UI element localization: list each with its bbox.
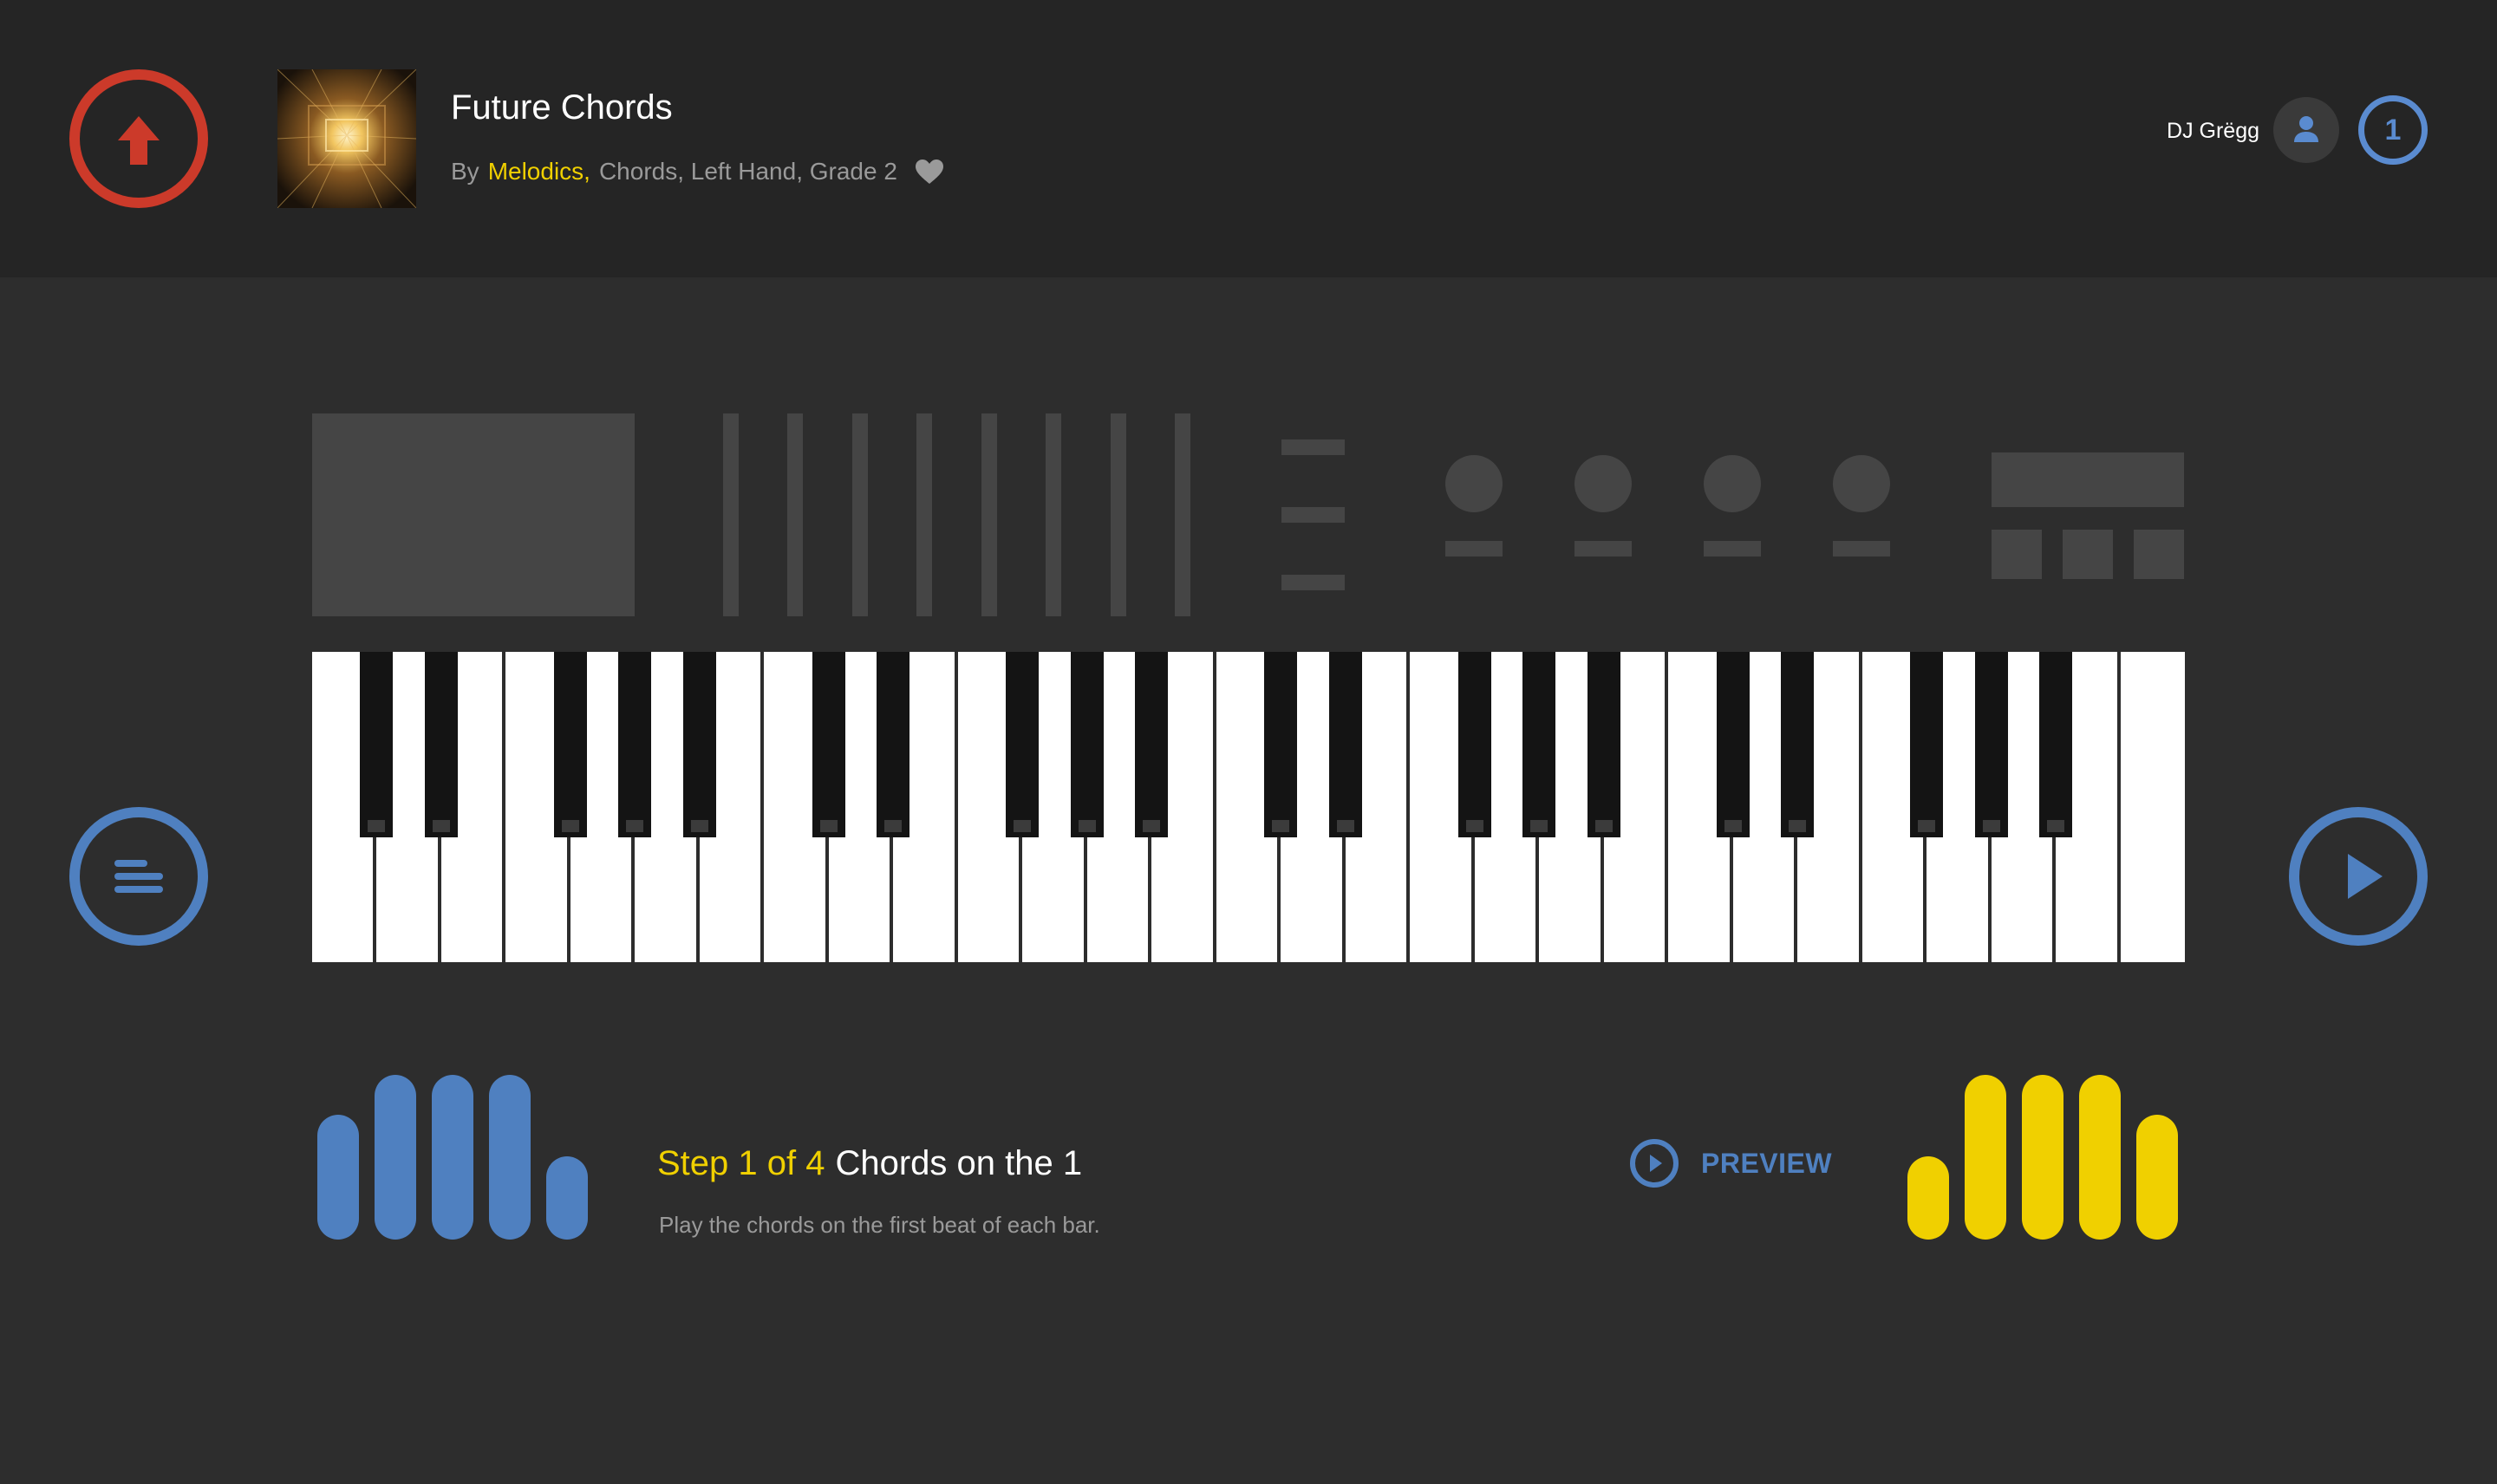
synth-pad[interactable] [1992, 530, 2042, 579]
fader[interactable] [981, 413, 997, 616]
finger-middle [2022, 1075, 2063, 1240]
by-label: By [451, 158, 479, 185]
knob-label [1574, 541, 1632, 556]
knob[interactable] [1704, 455, 1761, 512]
finger-ring [375, 1075, 416, 1240]
synth-button[interactable] [1281, 507, 1345, 523]
upload-button[interactable] [69, 69, 208, 208]
black-key[interactable] [877, 652, 910, 837]
finger-index [1965, 1075, 2006, 1240]
black-key[interactable] [1974, 652, 2008, 837]
song-tags: Chords, Left Hand, Grade 2 [598, 158, 897, 185]
knob[interactable] [1833, 455, 1890, 512]
synth-pad[interactable] [2134, 530, 2184, 579]
black-key[interactable] [1135, 652, 1169, 837]
black-key[interactable] [1006, 652, 1040, 837]
left-hand [317, 1075, 591, 1240]
artist-link[interactable]: Melodics [488, 154, 584, 189]
heart-icon[interactable] [915, 159, 944, 185]
level-badge[interactable]: 1 [2358, 95, 2428, 165]
step-counter: Step 1 of 4 [657, 1144, 825, 1182]
synth-button[interactable] [1281, 439, 1345, 455]
right-hand [1907, 1075, 2181, 1240]
knob[interactable] [1574, 455, 1632, 512]
black-key[interactable] [1587, 652, 1620, 837]
black-key[interactable] [1781, 652, 1815, 837]
finger-pinky [317, 1115, 359, 1240]
fader[interactable] [723, 413, 739, 616]
black-key[interactable] [1716, 652, 1750, 837]
preview-label: PREVIEW [1701, 1147, 1833, 1179]
fader[interactable] [916, 413, 932, 616]
black-key[interactable] [1328, 652, 1362, 837]
step-name: Chords on the 1 [835, 1144, 1083, 1182]
black-key[interactable] [1457, 652, 1491, 837]
black-key[interactable] [553, 652, 587, 837]
avatar[interactable] [2273, 97, 2339, 163]
white-key[interactable] [2120, 652, 2185, 962]
piano-keyboard [312, 652, 2185, 962]
user-icon [2294, 116, 2318, 142]
synth-pad[interactable] [2063, 530, 2113, 579]
black-key[interactable] [618, 652, 652, 837]
fader[interactable] [1046, 413, 1061, 616]
finger-thumb [1907, 1156, 1949, 1240]
menu-button[interactable] [69, 807, 208, 946]
black-key[interactable] [2039, 652, 2073, 837]
finger-pinky [2136, 1115, 2178, 1240]
play-icon [2348, 854, 2383, 899]
black-key[interactable] [1522, 652, 1556, 837]
knob[interactable] [1445, 455, 1503, 512]
finger-ring [2079, 1075, 2121, 1240]
synth-screen [312, 413, 635, 616]
black-key[interactable] [360, 652, 394, 837]
album-art[interactable] [277, 69, 416, 208]
knob-label [1833, 541, 1890, 556]
fader[interactable] [1111, 413, 1126, 616]
finger-index [489, 1075, 531, 1240]
synth-pad-wide[interactable] [1992, 452, 2184, 507]
menu-lines-icon [114, 860, 163, 893]
finger-thumb [546, 1156, 588, 1240]
play-circle-icon [1630, 1139, 1679, 1188]
black-key[interactable] [682, 652, 716, 837]
top-bar: Future Chords By Melodics , Chords, Left… [0, 0, 2497, 277]
fader[interactable] [1175, 413, 1190, 616]
knob-label [1445, 541, 1503, 556]
black-key[interactable] [1264, 652, 1298, 837]
knob-label [1704, 541, 1761, 556]
finger-middle [432, 1075, 473, 1240]
song-meta: By Melodics , Chords, Left Hand, Grade 2 [451, 154, 944, 189]
fader[interactable] [787, 413, 803, 616]
user-name: DJ Grëgg [2167, 119, 2259, 143]
black-key[interactable] [1910, 652, 1944, 837]
preview-button[interactable]: PREVIEW [1628, 1137, 1832, 1189]
black-key[interactable] [424, 652, 458, 837]
song-title: Future Chords [451, 88, 673, 127]
upload-arrow-icon [118, 116, 160, 165]
step-description: Play the chords on the first beat of eac… [659, 1212, 1100, 1238]
black-key[interactable] [812, 652, 845, 837]
fader[interactable] [852, 413, 868, 616]
artist-comma: , [584, 158, 590, 185]
black-key[interactable] [1070, 652, 1104, 837]
play-button[interactable] [2289, 807, 2428, 946]
step-title: Step 1 of 4 Chords on the 1 [657, 1142, 1082, 1184]
synth-button[interactable] [1281, 575, 1345, 590]
